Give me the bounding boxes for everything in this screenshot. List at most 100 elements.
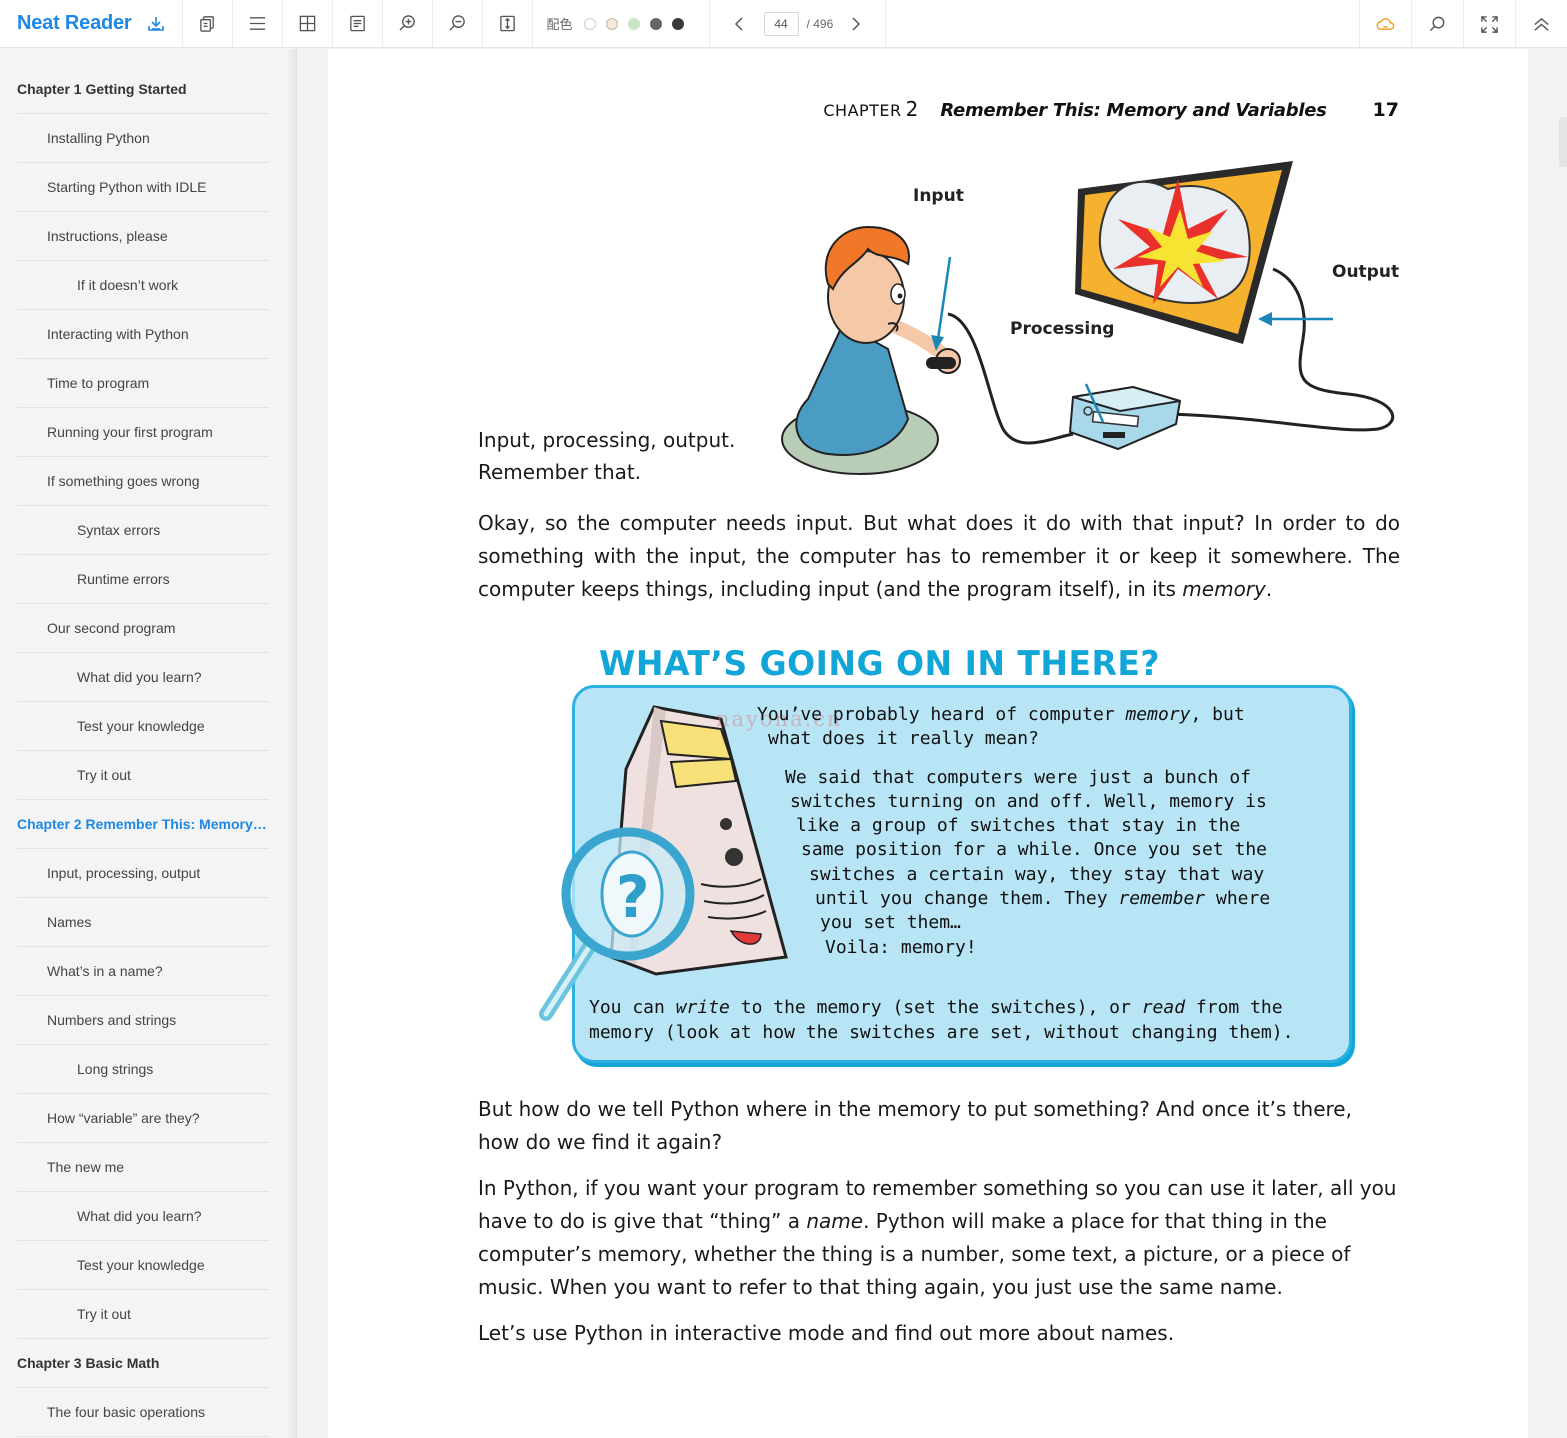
label-processing: Processing — [1010, 319, 1115, 339]
cloud-sync-button[interactable] — [1359, 0, 1411, 48]
notes-icon — [349, 15, 365, 32]
box-line-1: You’ve probably heard of computer memory… — [757, 703, 1245, 728]
swatch-sepia[interactable] — [605, 17, 618, 30]
running-head: CHAPTER 2 Remember This: Memory and Vari… — [823, 97, 1399, 121]
label-input: Input — [913, 186, 964, 206]
toc-section[interactable]: Try it out — [17, 1290, 269, 1339]
swatch-dark[interactable] — [671, 17, 684, 30]
toc-section[interactable]: Try it out — [17, 751, 269, 800]
toc-chapter[interactable]: Chapter 2 Remember This: Memory… — [17, 800, 269, 849]
book-page: CHAPTER 2 Remember This: Memory and Vari… — [328, 49, 1528, 1438]
toc-section[interactable]: The new me — [17, 1143, 269, 1192]
boy-drawing — [781, 225, 961, 475]
toc-section[interactable]: Time to program — [17, 359, 269, 408]
toc-section[interactable]: Test your knowledge — [17, 702, 269, 751]
total-pages: / 496 — [806, 16, 834, 31]
paragraph-memory-end: . — [1265, 577, 1273, 601]
toc-section[interactable]: If something goes wrong — [17, 457, 269, 506]
toc-section[interactable]: The four basic operations — [17, 1388, 269, 1437]
box-line-4: switches turning on and off. Well, memor… — [790, 791, 1267, 812]
brand: Neat Reader — [0, 0, 183, 48]
toc-section[interactable]: Numbers and strings — [17, 996, 269, 1045]
running-head-title: Remember This: Memory and Variables — [940, 100, 1327, 121]
paragraph-names: In Python, if you want your program to r… — [478, 1172, 1398, 1304]
toc-section[interactable]: Input, processing, output — [17, 849, 269, 898]
caption-line-1: Input, processing, output. — [478, 428, 736, 452]
search-button[interactable] — [1411, 0, 1463, 48]
toc-section[interactable]: Names — [17, 898, 269, 947]
toc-section[interactable]: Our second program — [17, 604, 269, 653]
fullscreen-button[interactable] — [1463, 0, 1515, 48]
notes-button[interactable] — [333, 0, 383, 48]
grid-icon — [299, 15, 315, 32]
toc-section[interactable]: Running your first program — [17, 408, 269, 457]
box-line-11-c: from the — [1185, 997, 1283, 1018]
scrollbar-thumb[interactable] — [1559, 117, 1567, 167]
box-line-11-b: to the memory (set the switches), or — [729, 997, 1142, 1018]
page-navigator: / 496 — [710, 0, 887, 48]
input-arrow — [936, 256, 952, 340]
swatch-gray[interactable] — [649, 17, 662, 30]
color-scheme-selector: 配色 — [533, 0, 710, 48]
fit-height-icon — [499, 15, 515, 32]
toc-section[interactable]: Long strings — [17, 1045, 269, 1094]
input-processing-output-illustration — [781, 161, 1395, 475]
toc-item-label: Names — [47, 914, 92, 930]
computer-magnifier-illustration: ? — [539, 705, 788, 1021]
toc-item-label: What did you learn? — [77, 669, 202, 685]
toc-chapter[interactable]: Chapter 3 Basic Math — [17, 1339, 269, 1388]
toc-section[interactable]: What’s in a name? — [17, 947, 269, 996]
box-line-1-em: memory — [1125, 704, 1191, 725]
toc-section[interactable]: Runtime errors — [17, 555, 269, 604]
swatch-white[interactable] — [583, 17, 596, 30]
console-drawing — [1068, 385, 1182, 451]
box-line-9: you set them… — [820, 912, 961, 933]
toc-section[interactable]: Test your knowledge — [17, 1241, 269, 1290]
toc-section[interactable]: What did you learn? — [17, 1192, 269, 1241]
toc-item-label: Instructions, please — [47, 228, 168, 244]
paragraph-memory: Okay, so the computer needs input. But w… — [478, 507, 1400, 606]
toc-item-label: Syntax errors — [77, 522, 161, 538]
figure-caption: Input, processing, output. Remember that… — [478, 424, 735, 488]
toc-item-label: Runtime errors — [77, 571, 170, 587]
zoom-out-button[interactable] — [433, 0, 483, 48]
svg-text:?: ? — [616, 863, 650, 931]
toc-section[interactable]: Interacting with Python — [17, 310, 269, 359]
box-line-10: Voila: memory! — [825, 937, 977, 958]
toc-section[interactable]: Starting Python with IDLE — [17, 163, 269, 212]
toc-section[interactable]: What did you learn? — [17, 653, 269, 702]
box-heading: WHAT’S GOING ON IN THERE? — [599, 644, 1161, 684]
toolbar-right — [1359, 0, 1567, 48]
toc-section[interactable]: If it doesn’t work — [17, 261, 269, 310]
zoom-in-button[interactable] — [383, 0, 433, 48]
monitor-drawing — [1075, 161, 1293, 344]
toc-section[interactable]: Instructions, please — [17, 212, 269, 261]
toc-item-label: How “variable” are they? — [47, 1110, 200, 1126]
prev-page-button[interactable] — [728, 13, 750, 35]
fit-page-button[interactable] — [483, 0, 533, 48]
download-icon[interactable] — [146, 14, 166, 34]
box-line-11-a: You can — [589, 997, 676, 1018]
page-number-input[interactable] — [763, 11, 799, 36]
copy-button[interactable] — [183, 0, 233, 48]
grid-view-button[interactable] — [283, 0, 333, 48]
label-output: Output — [1332, 262, 1400, 282]
toc-item-label: Time to program — [47, 375, 150, 391]
box-line-8-a: until you change them. They — [815, 888, 1119, 909]
next-page-button[interactable] — [845, 13, 867, 35]
paragraph-interactive: Let’s use Python in interactive mode and… — [478, 1321, 1175, 1345]
toc-button[interactable] — [233, 0, 283, 48]
swatch-green[interactable] — [627, 17, 640, 30]
running-head-chapter-number: 2 — [905, 97, 919, 121]
copy-icon — [199, 16, 214, 32]
double-chevron-up-icon — [1534, 17, 1549, 31]
box-line-1-b: , but — [1190, 704, 1245, 725]
toc-section[interactable]: Installing Python — [17, 114, 269, 163]
toc-item-label: Chapter 1 Getting Started — [17, 81, 187, 97]
toc-chapter[interactable]: Chapter 1 Getting Started — [17, 65, 269, 114]
toc-item-label: Installing Python — [47, 130, 150, 146]
toc-item-label: Our second program — [47, 620, 176, 636]
toc-section[interactable]: How “variable” are they? — [17, 1094, 269, 1143]
toc-section[interactable]: Syntax errors — [17, 506, 269, 555]
collapse-toolbar-button[interactable] — [1515, 0, 1567, 48]
